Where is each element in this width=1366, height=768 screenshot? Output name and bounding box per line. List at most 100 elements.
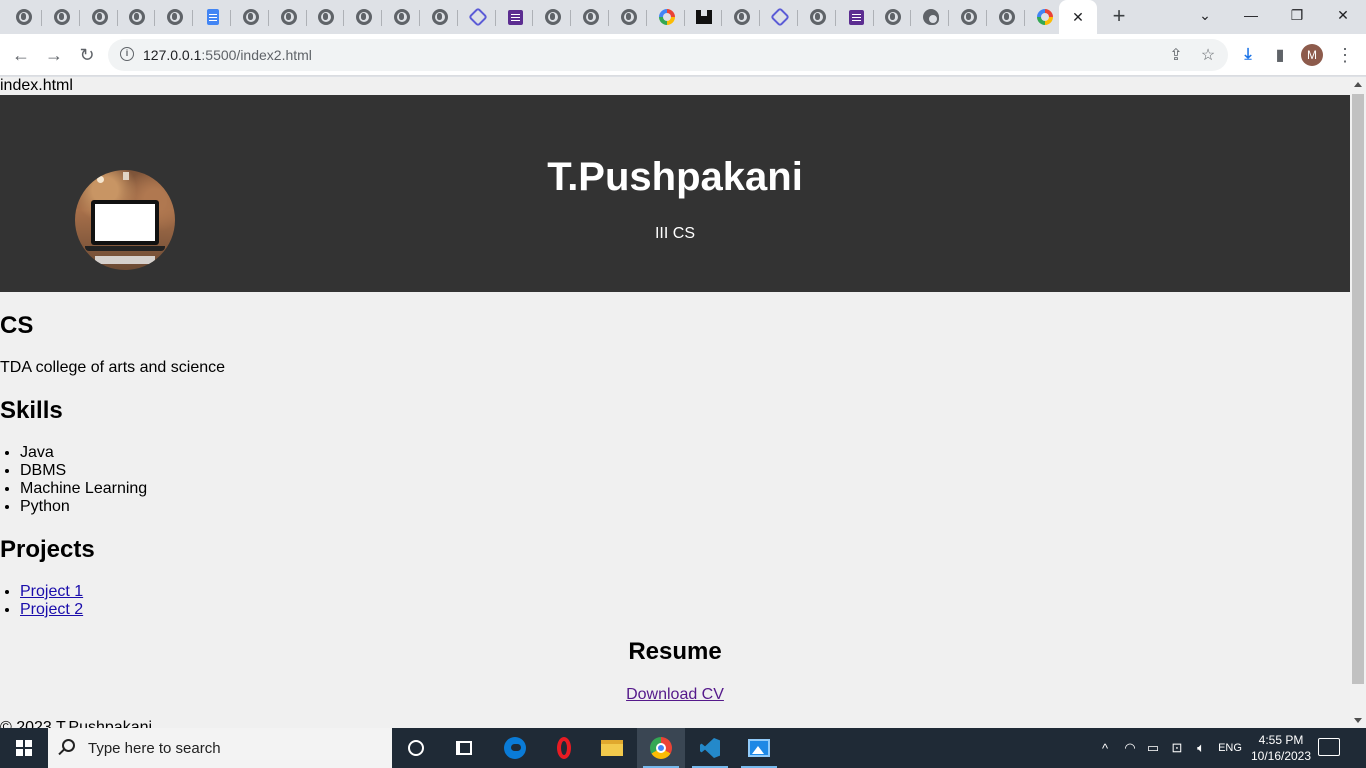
bookmark-star-icon[interactable]: ☆ — [1198, 45, 1218, 65]
opera-app[interactable] — [540, 728, 588, 768]
globe-icon — [621, 9, 637, 25]
google-icon — [659, 9, 675, 25]
skill-item: Java — [20, 444, 1350, 462]
windows-taskbar: Type here to search ^ ◠ ▭ ⊡ 🔈︎ ENG 4:55 … — [0, 728, 1366, 768]
tab-separator — [797, 10, 798, 26]
start-button[interactable] — [0, 728, 48, 768]
battery-icon[interactable]: ▭ — [1143, 728, 1163, 768]
new-tab-button[interactable]: + — [1108, 5, 1130, 28]
browser-tab[interactable] — [762, 2, 798, 32]
tab-search-button[interactable]: ⌄ — [1182, 0, 1228, 30]
language-indicator[interactable]: ENG — [1216, 728, 1244, 768]
address-bar[interactable]: i 127.0.0.1:5500/index2.html ⇪ ☆ — [108, 39, 1228, 71]
security-icon[interactable]: ⊡ — [1166, 728, 1188, 768]
edge-app[interactable] — [491, 728, 539, 768]
site-info-icon[interactable]: i — [120, 47, 134, 61]
browser-tab[interactable] — [460, 2, 496, 32]
tab-separator — [192, 10, 193, 26]
scroll-down-arrow[interactable] — [1354, 718, 1362, 723]
vscode-icon — [700, 738, 720, 758]
page-document-title: index.html — [0, 77, 73, 94]
volume-icon[interactable]: 🔈︎ — [1190, 728, 1212, 768]
browser-tab[interactable] — [384, 2, 420, 32]
project-1-link[interactable]: Project 1 — [20, 583, 83, 600]
chrome-app[interactable] — [637, 728, 685, 768]
browser-tab[interactable] — [271, 2, 307, 32]
scrollbar-thumb[interactable] — [1352, 94, 1364, 684]
browser-tab[interactable] — [346, 2, 382, 32]
url-text[interactable]: 127.0.0.1:5500/index2.html — [143, 47, 312, 63]
close-tab-icon[interactable]: ✕ — [1072, 9, 1084, 26]
active-tab[interactable]: ✕ — [1059, 0, 1097, 34]
restore-button[interactable]: ❐ — [1274, 0, 1320, 30]
tab-separator — [948, 10, 949, 26]
share-icon[interactable]: ⇪ — [1166, 45, 1186, 65]
browser-tab[interactable] — [1027, 2, 1063, 32]
browser-tab[interactable] — [611, 2, 647, 32]
browser-tab[interactable] — [686, 2, 722, 32]
footer-text: © 2023 T.Pushpakani — [0, 719, 153, 728]
cortana-icon — [408, 740, 424, 756]
globe-icon — [885, 9, 901, 25]
tab-separator — [154, 10, 155, 26]
tab-separator — [910, 10, 911, 26]
forms-list-icon — [507, 9, 523, 25]
globe-icon — [167, 9, 183, 25]
taskbar-search[interactable]: Type here to search — [48, 728, 392, 768]
back-button[interactable]: ← — [9, 43, 33, 67]
project-item: Project 1 — [20, 583, 1350, 601]
photos-app[interactable] — [735, 728, 783, 768]
tab-separator — [117, 10, 118, 26]
file-explorer-app[interactable] — [588, 728, 636, 768]
downloads-icon[interactable]: ⤓ — [1237, 44, 1259, 66]
browser-tab[interactable] — [6, 2, 42, 32]
browser-tab[interactable] — [838, 2, 874, 32]
browser-tab[interactable] — [913, 2, 949, 32]
hexagon-icon — [468, 7, 488, 27]
browser-tab[interactable] — [44, 2, 80, 32]
browser-tab[interactable] — [82, 2, 118, 32]
browser-tab[interactable] — [497, 2, 533, 32]
forward-button[interactable]: → — [42, 43, 66, 67]
download-cv-link[interactable]: Download CV — [626, 686, 724, 704]
page-content: CS TDA college of arts and science Skill… — [0, 292, 1350, 619]
browser-tab[interactable] — [422, 2, 458, 32]
profile-avatar[interactable]: M — [1301, 44, 1323, 66]
minimize-button[interactable]: — — [1228, 0, 1274, 30]
tray-overflow-chevron[interactable]: ^ — [1096, 728, 1114, 768]
cortana-button[interactable] — [392, 728, 440, 768]
browser-tab[interactable] — [649, 2, 685, 32]
browser-tab[interactable] — [308, 2, 344, 32]
notification-icon[interactable] — [1318, 738, 1340, 756]
close-window-button[interactable]: ✕ — [1320, 0, 1366, 30]
tab-separator — [759, 10, 760, 26]
browser-tab[interactable] — [535, 2, 571, 32]
browser-tab[interactable] — [195, 2, 231, 32]
reload-button[interactable]: ↻ — [75, 43, 99, 67]
chrome-menu-icon[interactable]: ⋮ — [1334, 44, 1356, 66]
page-scrollbar[interactable] — [1350, 77, 1366, 728]
globe-icon — [356, 9, 372, 25]
side-panel-icon[interactable]: ▮ — [1269, 44, 1291, 66]
browser-tab[interactable] — [233, 2, 269, 32]
browser-tab[interactable] — [119, 2, 155, 32]
browser-tab[interactable] — [875, 2, 911, 32]
vscode-app[interactable] — [686, 728, 734, 768]
browser-tab[interactable] — [800, 2, 836, 32]
task-view-button[interactable] — [440, 728, 488, 768]
globe-icon — [318, 9, 334, 25]
taskbar-clock[interactable]: 4:55 PM 10/16/2023 — [1248, 732, 1314, 764]
browser-tab[interactable] — [573, 2, 609, 32]
project-2-link[interactable]: Project 2 — [20, 601, 83, 618]
skill-item: DBMS — [20, 462, 1350, 480]
clock-time: 4:55 PM — [1258, 733, 1304, 747]
browser-tab[interactable] — [724, 2, 760, 32]
tab-strip — [0, 0, 1366, 34]
tab-separator — [343, 10, 344, 26]
laptop-keyboard — [95, 256, 155, 264]
scroll-up-arrow[interactable] — [1354, 82, 1362, 87]
browser-tab[interactable] — [157, 2, 193, 32]
browser-tab[interactable] — [951, 2, 987, 32]
browser-tab[interactable] — [989, 2, 1025, 32]
network-icon[interactable]: ◠ — [1120, 728, 1140, 768]
